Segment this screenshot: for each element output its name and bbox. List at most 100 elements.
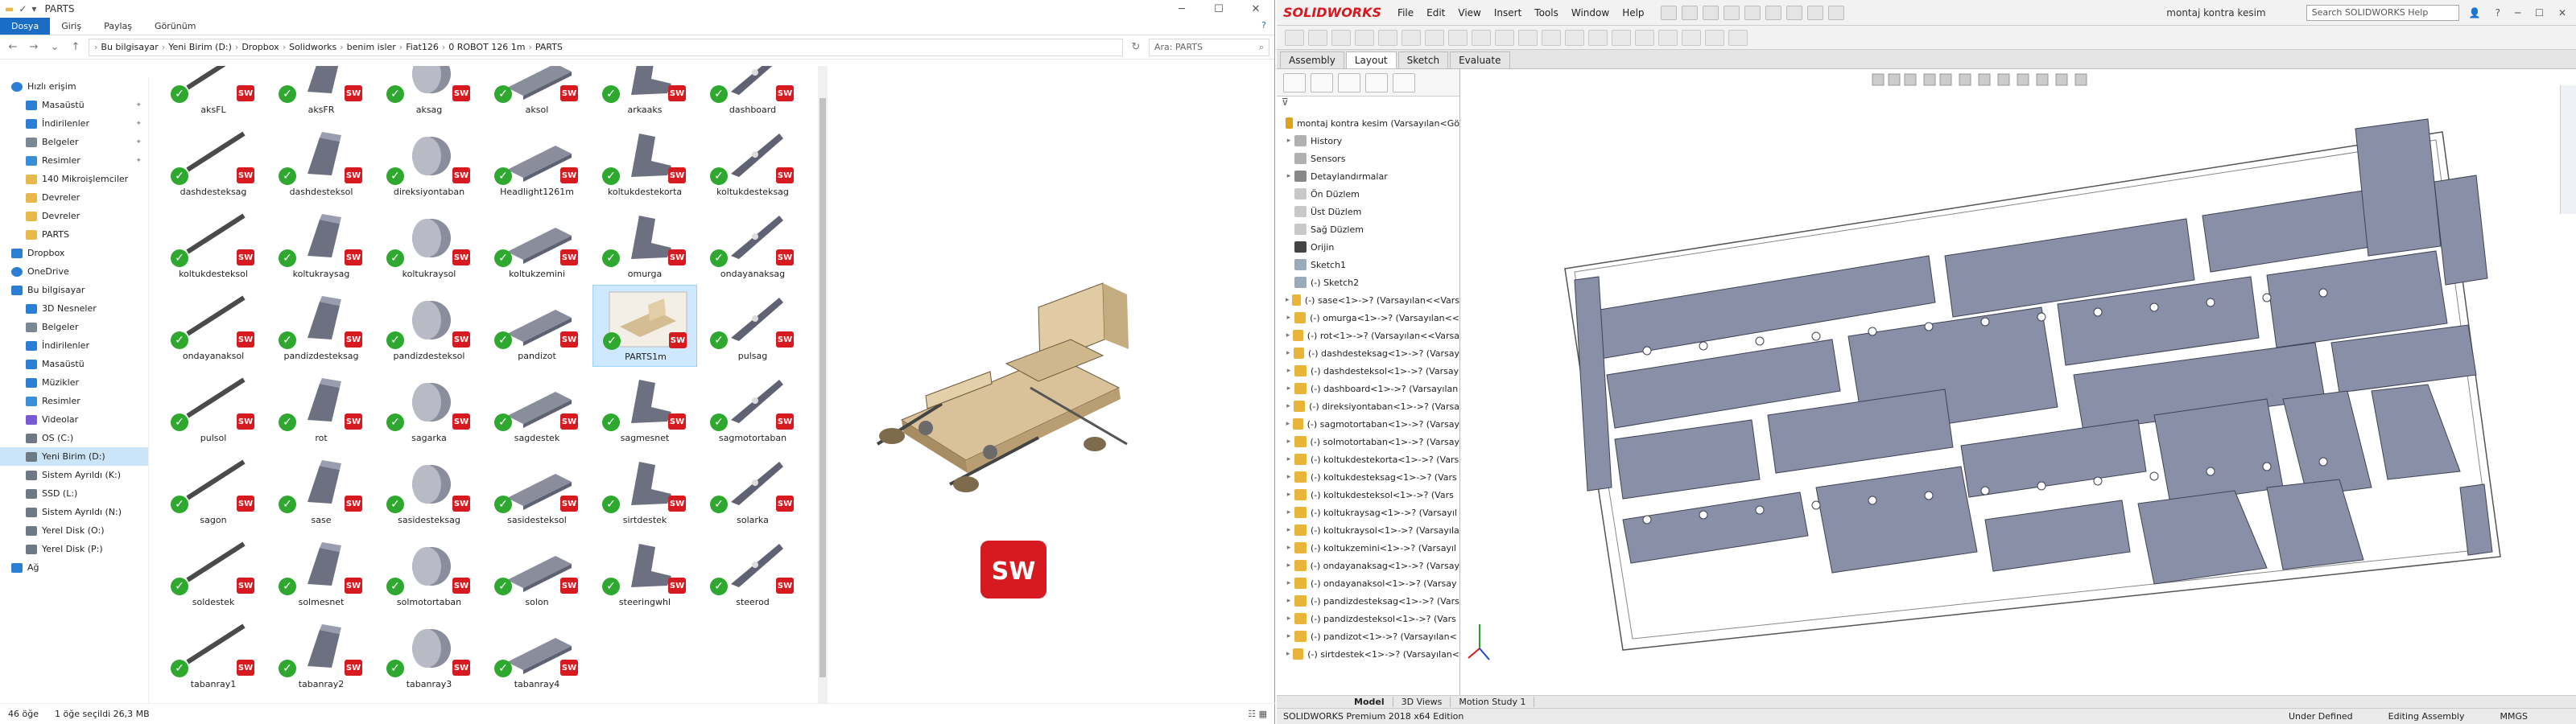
file-tile[interactable]: ✓ SW aksag <box>377 66 481 121</box>
file-tile[interactable]: ✓ SW tabanray4 <box>485 613 589 695</box>
bottom-tab-motion-study[interactable]: Motion Study 1 <box>1451 697 1535 707</box>
tree-node[interactable]: ▸ History <box>1277 132 1459 150</box>
expand-arrow-icon[interactable]: ▸ <box>1283 172 1294 180</box>
bottom-tab-3d-views[interactable]: 3D Views <box>1393 697 1451 707</box>
file-tile[interactable]: ✓ SW aksFL <box>161 66 266 121</box>
file-tile[interactable]: ✓ SW pandizot <box>485 285 589 367</box>
recent-chevron-icon[interactable]: ⌄ <box>47 41 63 53</box>
breadcrumb-item[interactable]: Solidworks <box>289 42 336 52</box>
tree-node[interactable]: Orijin <box>1277 238 1459 256</box>
undo-icon[interactable] <box>1765 5 1781 20</box>
home-icon[interactable] <box>1660 5 1677 20</box>
options-icon[interactable] <box>1827 5 1844 20</box>
file-tile[interactable]: ✓ SW Headlight1261m <box>485 121 589 203</box>
tree-node[interactable]: ▸ (-) koltukzemini<1>->? (Varsayıl <box>1277 539 1459 557</box>
expand-arrow-icon[interactable]: ▸ <box>1283 438 1294 446</box>
refresh-icon[interactable]: ↻ <box>1128 41 1144 53</box>
tree-node[interactable]: Sağ Düzlem <box>1277 220 1459 238</box>
solidworks-brand-logo[interactable]: SOLIDWORKS <box>1277 5 1391 20</box>
file-tile[interactable]: ✓ SW sagon <box>161 449 266 531</box>
expand-arrow-icon[interactable]: ▸ <box>1283 650 1293 658</box>
file-tile[interactable]: ✓ SW sasidesteksol <box>485 449 589 531</box>
tree-node[interactable]: Sketch1 <box>1277 256 1459 274</box>
flat-part-shape[interactable] <box>1767 389 1954 474</box>
file-tile[interactable]: ✓ SW omurga <box>592 203 697 285</box>
flat-part-shape[interactable] <box>1984 500 2131 572</box>
file-tile[interactable]: ✓ SW aksFR <box>269 66 374 121</box>
file-tile[interactable]: ✓ SW pulsol <box>161 367 266 449</box>
expand-arrow-icon[interactable]: ▸ <box>1283 314 1294 322</box>
expand-arrow-icon[interactable]: ▸ <box>1283 137 1294 145</box>
breadcrumb-separator-icon[interactable]: › <box>340 42 343 52</box>
file-tile[interactable]: ✓ SW direksiyontaban <box>377 121 481 203</box>
tab-sketch[interactable]: Sketch <box>1397 51 1449 68</box>
nav-item[interactable]: 140 Mikroişlemciler <box>0 170 148 188</box>
tree-node[interactable]: Sensors <box>1277 150 1459 167</box>
flat-part-shape[interactable] <box>2282 390 2372 496</box>
print-icon[interactable] <box>1744 5 1761 20</box>
nav-item[interactable]: Yeni Birim (D:) <box>0 447 148 466</box>
dimxpert-tab-icon[interactable] <box>1365 72 1388 93</box>
tree-node[interactable]: ▸ (-) ondayanaksag<1>->? (Varsay <box>1277 557 1459 574</box>
nav-item[interactable]: Belgeler <box>0 318 148 336</box>
tool-mate-icon[interactable] <box>1308 29 1327 46</box>
pin-icon[interactable]: ✦ <box>135 138 142 146</box>
help-icon[interactable]: ? <box>1253 18 1274 35</box>
maximize-button[interactable]: ☐ <box>1200 3 1237 15</box>
nav-item[interactable]: Resimler ✦ <box>0 151 148 170</box>
expand-arrow-icon[interactable]: ▸ <box>1283 526 1294 534</box>
breadcrumb-item[interactable]: Fiat126 <box>406 42 439 52</box>
file-tile[interactable]: ✓ SW rot <box>269 367 374 449</box>
flat-part-shape[interactable] <box>2434 175 2488 286</box>
task-pane-tabs[interactable] <box>2560 85 2576 214</box>
tree-node[interactable]: ▸ (-) omurga<1>->? (Varsayılan<< <box>1277 309 1459 327</box>
file-tile[interactable]: ✓ SW sagmotortaban <box>700 367 805 449</box>
forward-arrow-icon[interactable]: → <box>26 41 42 53</box>
file-tile[interactable]: ✓ SW soldestek <box>161 531 266 613</box>
file-tile[interactable]: ✓ SW sase <box>269 449 374 531</box>
tree-node[interactable]: (-) Sketch2 <box>1277 274 1459 291</box>
tree-node[interactable]: ▸ (-) pandizdesteksol<1>->? (Vars <box>1277 610 1459 627</box>
expand-arrow-icon[interactable]: ▸ <box>1283 331 1293 339</box>
tool-mirror-icon[interactable] <box>1495 29 1514 46</box>
tree-node[interactable]: ▸ (-) direksiyontaban<1>->? (Varsa <box>1277 397 1459 415</box>
folder-icon[interactable]: ▬ <box>5 3 14 14</box>
minimize-button[interactable]: ─ <box>2515 7 2520 19</box>
expand-arrow-icon[interactable]: ▸ <box>1283 402 1294 410</box>
tree-node[interactable]: ▸ (-) dashdesteksag<1>->? (Varsay <box>1277 344 1459 362</box>
breadcrumb-separator-icon[interactable]: › <box>528 42 531 52</box>
breadcrumb-separator-icon[interactable]: › <box>235 42 238 52</box>
expand-arrow-icon[interactable]: ▸ <box>1283 632 1294 640</box>
tree-node[interactable]: ▸ (-) koltukdesteksol<1>->? (Vars <box>1277 486 1459 504</box>
tool-line-icon[interactable] <box>1355 29 1374 46</box>
tool-relation-icon[interactable] <box>1542 29 1561 46</box>
file-tile[interactable]: ✓ SW ondayanaksag <box>700 203 805 285</box>
tree-node[interactable]: Üst Düzlem <box>1277 203 1459 220</box>
file-tile[interactable]: ✓ SW dashdesteksag <box>161 121 266 203</box>
nav-item[interactable]: İndirilenler <box>0 336 148 355</box>
pin-icon[interactable]: ✦ <box>135 101 142 109</box>
expand-arrow-icon[interactable]: ▸ <box>1283 615 1294 623</box>
flat-part-shape[interactable] <box>1614 419 1761 500</box>
expand-arrow-icon[interactable]: ▸ <box>1283 544 1294 552</box>
expand-arrow-icon[interactable]: ▸ <box>1283 562 1294 570</box>
breadcrumb-separator-icon[interactable]: › <box>162 42 165 52</box>
breadcrumb-separator-icon[interactable]: › <box>442 42 445 52</box>
file-tile[interactable]: ✓ SW sagarka <box>377 367 481 449</box>
new-document-icon[interactable] <box>1681 5 1698 20</box>
tool-sketch-icon[interactable] <box>1331 29 1351 46</box>
pin-icon[interactable]: ✦ <box>135 157 142 165</box>
ribbon-tab-share[interactable]: Paylaş <box>93 18 143 35</box>
file-tile[interactable]: ✓ SW sagdestek <box>485 367 589 449</box>
breadcrumb-item[interactable]: Yeni Birim (D:) <box>168 42 232 52</box>
maximize-button[interactable]: ☐ <box>2535 7 2544 19</box>
configurationmanager-tab-icon[interactable] <box>1338 72 1360 93</box>
file-grid-scrollbar[interactable] <box>818 66 828 703</box>
checkmark-icon[interactable]: ✓ <box>19 3 27 14</box>
breadcrumb-separator-icon[interactable]: › <box>94 42 97 52</box>
nav-item[interactable]: Sistem Ayrıldı (N:) <box>0 503 148 521</box>
nav-item[interactable]: Bu bilgisayar <box>0 281 148 299</box>
tool-rectangle-icon[interactable] <box>1378 29 1397 46</box>
tree-node[interactable]: ▸ (-) dashboard<1>->? (Varsayılan <box>1277 380 1459 397</box>
breadcrumb-item[interactable]: Bu bilgisayar <box>101 42 158 52</box>
